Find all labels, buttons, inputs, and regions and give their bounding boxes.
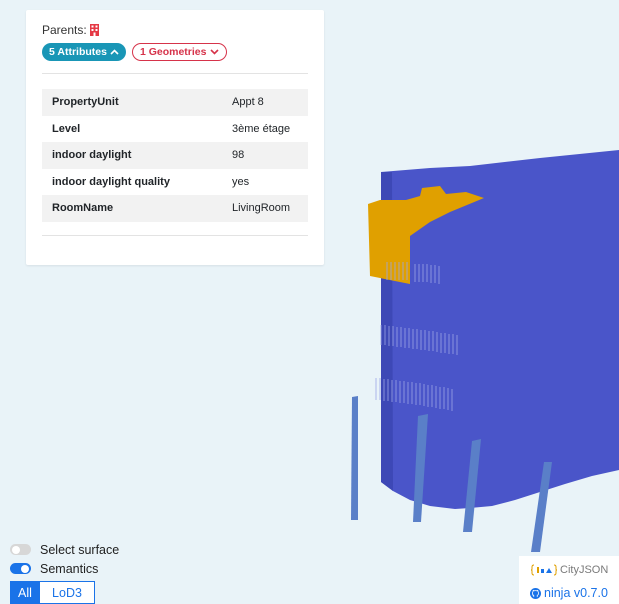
table-row: RoomName LivingRoom: [42, 195, 308, 222]
branding-box: CityJSON ninja v0.7.0: [519, 556, 619, 604]
table-row: Level 3ème étage: [42, 116, 308, 143]
attribute-value: 98: [232, 149, 245, 162]
attribute-key: RoomName: [52, 202, 114, 215]
select-surface-toggle-row[interactable]: Select surface: [10, 540, 119, 559]
building-icon[interactable]: [89, 24, 99, 36]
chevron-down-icon: [209, 49, 219, 55]
attributes-table: PropertyUnit Appt 8 Level 3ème étage ind…: [42, 89, 308, 222]
cityjson-logo-icon: [531, 564, 557, 576]
divider: [42, 235, 308, 236]
switch-knob: [21, 564, 29, 573]
parents-label: Parents:: [42, 23, 87, 37]
attribute-key: Level: [52, 122, 81, 135]
attribute-value: Appt 8: [232, 96, 264, 109]
attribute-value: LivingRoom: [232, 202, 291, 215]
ninja-version-link[interactable]: ninja v0.7.0: [530, 586, 608, 600]
attributes-toggle-button[interactable]: 5 Attributes: [42, 43, 126, 61]
cityjson-logo[interactable]: CityJSON: [531, 564, 608, 576]
geometries-toggle-button[interactable]: 1 Geometries: [131, 43, 227, 61]
semantics-toggle-row[interactable]: Semantics: [10, 559, 119, 578]
semantics-switch[interactable]: [10, 563, 31, 574]
select-surface-switch[interactable]: [10, 544, 31, 555]
lod-all-button[interactable]: All: [10, 581, 40, 604]
attributes-badge-label: 5 Attributes: [49, 46, 107, 58]
geometries-badge-label: 1 Geometries: [139, 46, 207, 58]
lod3-button[interactable]: LoD3: [40, 581, 95, 604]
semantics-label: Semantics: [40, 561, 99, 576]
attribute-value: 3ème étage: [232, 122, 291, 135]
badge-row: 5 Attributes 1 Geometries: [42, 43, 227, 61]
select-surface-label: Select surface: [40, 542, 120, 557]
view-toggles: Select surface Semantics: [10, 540, 119, 578]
attribute-key: indoor daylight quality: [52, 175, 170, 188]
divider: [42, 73, 308, 74]
attribute-value: yes: [232, 175, 250, 188]
cityjson-label: CityJSON: [560, 564, 609, 576]
chevron-up-icon: [110, 49, 119, 55]
ninja-version-label: ninja v0.7.0: [544, 586, 608, 600]
github-icon: [530, 587, 541, 599]
parents-row: Parents:: [42, 23, 99, 37]
switch-knob: [12, 545, 20, 554]
lod-selector: All LoD3: [10, 581, 95, 604]
table-row: PropertyUnit Appt 8: [42, 89, 308, 116]
table-row: indoor daylight 98: [42, 142, 308, 169]
attribute-key: indoor daylight: [52, 149, 132, 162]
object-info-card: Parents: 5 Attributes 1 Geometries Prope…: [26, 10, 324, 265]
attribute-key: PropertyUnit: [52, 96, 119, 109]
table-row: indoor daylight quality yes: [42, 169, 308, 196]
